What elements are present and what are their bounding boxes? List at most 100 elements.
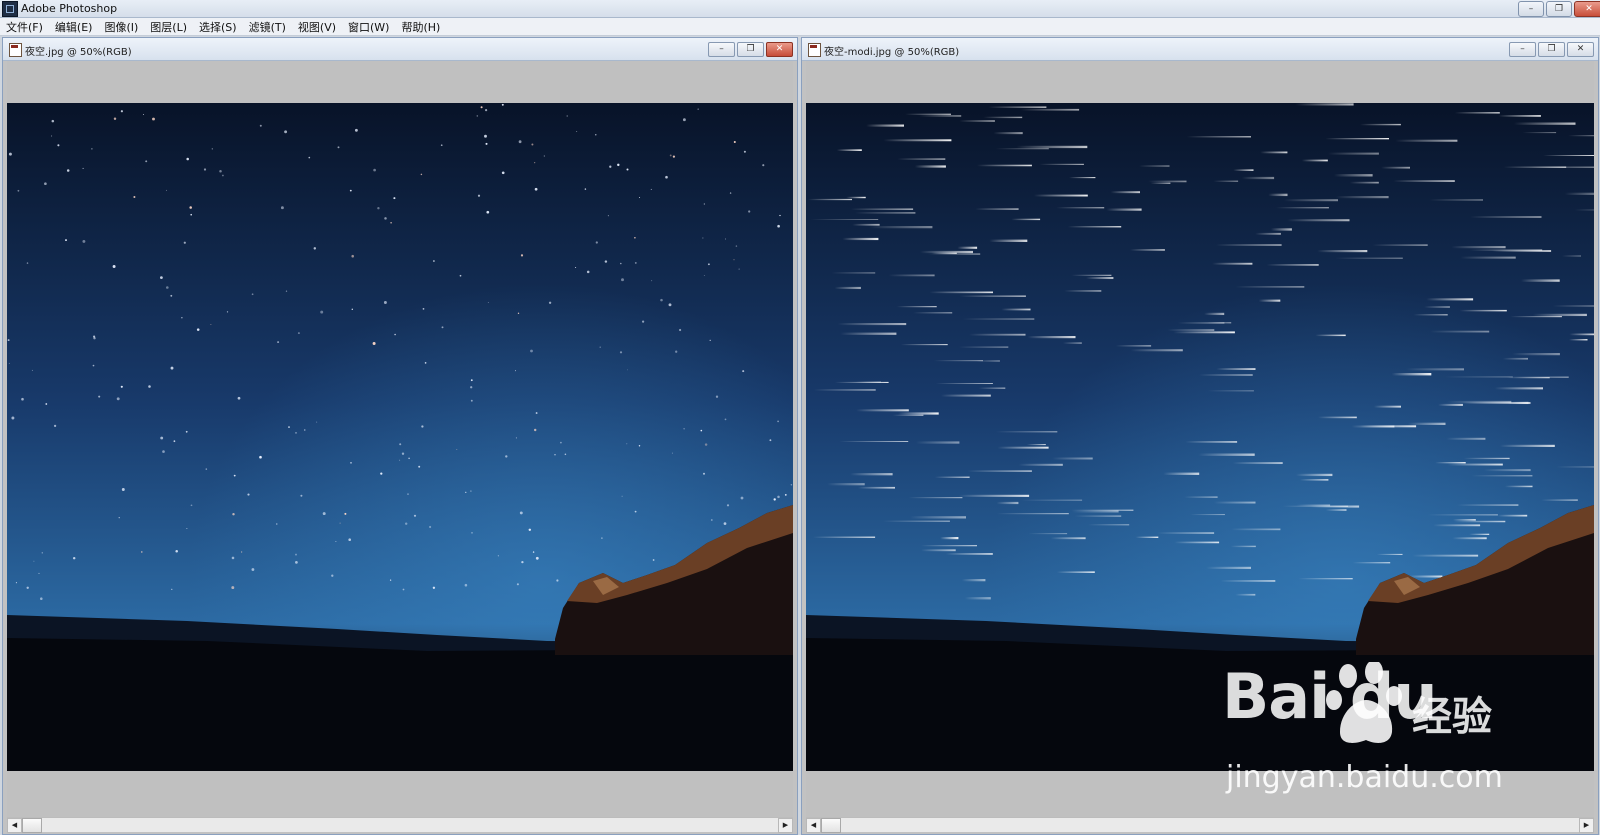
star-trail bbox=[1150, 182, 1171, 184]
star bbox=[120, 385, 123, 388]
star-trail bbox=[1050, 537, 1086, 540]
star-trail bbox=[1522, 132, 1557, 134]
star-trail bbox=[1204, 312, 1225, 316]
canvas-area[interactable] bbox=[7, 61, 793, 817]
star bbox=[519, 511, 523, 515]
star bbox=[45, 403, 48, 405]
star bbox=[339, 522, 341, 524]
document-close-button[interactable]: ✕ bbox=[766, 42, 793, 57]
star-trail bbox=[1552, 305, 1594, 307]
star-trail bbox=[1039, 163, 1084, 165]
star-trail bbox=[961, 579, 986, 582]
star-trail bbox=[898, 412, 939, 415]
star bbox=[113, 117, 117, 121]
star-trail bbox=[1190, 514, 1225, 516]
menu-filter[interactable]: 滤镜(T) bbox=[243, 19, 292, 35]
star bbox=[675, 350, 678, 353]
star-trail bbox=[919, 115, 962, 117]
star-trail bbox=[1186, 136, 1251, 138]
scroll-left-button[interactable]: ◀ bbox=[7, 818, 22, 833]
star bbox=[441, 326, 444, 329]
star bbox=[723, 522, 727, 525]
star-trail bbox=[1074, 515, 1122, 517]
star bbox=[116, 397, 120, 401]
star bbox=[704, 443, 708, 446]
star bbox=[237, 396, 241, 400]
document-restore-button[interactable]: ❐ bbox=[1538, 42, 1565, 57]
star-trail bbox=[1198, 453, 1255, 456]
menu-help[interactable]: 帮助(H) bbox=[395, 19, 446, 35]
star bbox=[186, 527, 188, 529]
menu-bar: 文件(F) 编辑(E) 图像(I) 图层(L) 选择(S) 滤镜(T) 视图(V… bbox=[0, 18, 1600, 36]
star-trail bbox=[1512, 353, 1560, 356]
star bbox=[351, 308, 353, 310]
star bbox=[297, 332, 300, 335]
star-trail bbox=[1069, 177, 1096, 179]
watermark-url: jingyan.baidu.com bbox=[1226, 760, 1503, 795]
star bbox=[604, 260, 608, 263]
star-trail bbox=[1395, 139, 1458, 142]
scroll-right-button[interactable]: ▶ bbox=[1579, 818, 1594, 833]
star-trail bbox=[1282, 505, 1349, 507]
star bbox=[709, 339, 711, 342]
app-restore-button[interactable]: ❐ bbox=[1546, 1, 1572, 17]
star bbox=[92, 364, 95, 367]
star-trail bbox=[837, 323, 907, 326]
menu-view[interactable]: 视图(V) bbox=[292, 19, 342, 35]
document-titlebar[interactable]: 夜空-modi.jpg @ 50%(RGB) – ❐ ✕ bbox=[802, 38, 1598, 61]
horizontal-scrollbar[interactable]: ◀ ▶ bbox=[806, 817, 1594, 833]
star-trail bbox=[1413, 314, 1448, 316]
star-trail bbox=[1260, 151, 1288, 154]
app-close-button[interactable]: ✕ bbox=[1574, 1, 1600, 17]
star-trail bbox=[1457, 504, 1519, 506]
star-trail bbox=[978, 387, 1006, 389]
star bbox=[337, 146, 340, 149]
star-trail bbox=[1173, 331, 1235, 334]
document-minimize-button[interactable]: – bbox=[708, 42, 735, 57]
scroll-left-button[interactable]: ◀ bbox=[806, 818, 821, 833]
star bbox=[668, 303, 672, 307]
star-trail bbox=[1295, 103, 1354, 106]
star-trail bbox=[935, 383, 993, 384]
menu-image[interactable]: 图像(I) bbox=[98, 19, 144, 35]
menu-window[interactable]: 窗口(W) bbox=[342, 19, 395, 35]
star bbox=[517, 312, 520, 314]
star bbox=[470, 399, 473, 402]
star bbox=[784, 493, 787, 496]
document-titlebar[interactable]: 夜空.jpg @ 50%(RGB) – ❐ ✕ bbox=[3, 38, 797, 61]
star bbox=[226, 311, 229, 313]
horizontal-scrollbar[interactable]: ◀ ▶ bbox=[7, 817, 793, 833]
star-trail bbox=[1301, 159, 1328, 162]
menu-select[interactable]: 选择(S) bbox=[193, 19, 243, 35]
document-restore-button[interactable]: ❐ bbox=[737, 42, 764, 57]
star bbox=[560, 441, 562, 444]
star-trail bbox=[1360, 123, 1401, 126]
star-trail bbox=[1130, 349, 1183, 352]
document-close-button[interactable]: ✕ bbox=[1567, 42, 1594, 57]
star bbox=[476, 115, 479, 117]
star bbox=[672, 155, 676, 158]
star bbox=[354, 128, 358, 132]
document-window-original[interactable]: 夜空.jpg @ 50%(RGB) – ❐ ✕ ◀ ▶ bbox=[2, 37, 798, 835]
star-trail bbox=[850, 473, 893, 476]
star bbox=[533, 428, 537, 432]
minimize-icon: – bbox=[1520, 44, 1525, 54]
star bbox=[26, 586, 29, 589]
menu-edit[interactable]: 编辑(E) bbox=[49, 19, 99, 35]
document-minimize-button[interactable]: – bbox=[1509, 42, 1536, 57]
star-trail bbox=[1230, 545, 1256, 548]
star bbox=[8, 362, 10, 364]
star bbox=[38, 572, 40, 574]
menu-layer[interactable]: 图层(L) bbox=[144, 19, 193, 35]
scroll-thumb[interactable] bbox=[22, 818, 42, 833]
star-trail bbox=[1424, 306, 1450, 308]
star bbox=[189, 206, 192, 209]
app-minimize-button[interactable]: – bbox=[1518, 1, 1544, 17]
star-trail bbox=[1451, 246, 1506, 249]
scroll-thumb[interactable] bbox=[821, 818, 841, 833]
star bbox=[390, 221, 392, 224]
menu-file[interactable]: 文件(F) bbox=[0, 19, 49, 35]
star-trail bbox=[1110, 191, 1140, 194]
scroll-right-button[interactable]: ▶ bbox=[778, 818, 793, 833]
star bbox=[418, 465, 421, 468]
